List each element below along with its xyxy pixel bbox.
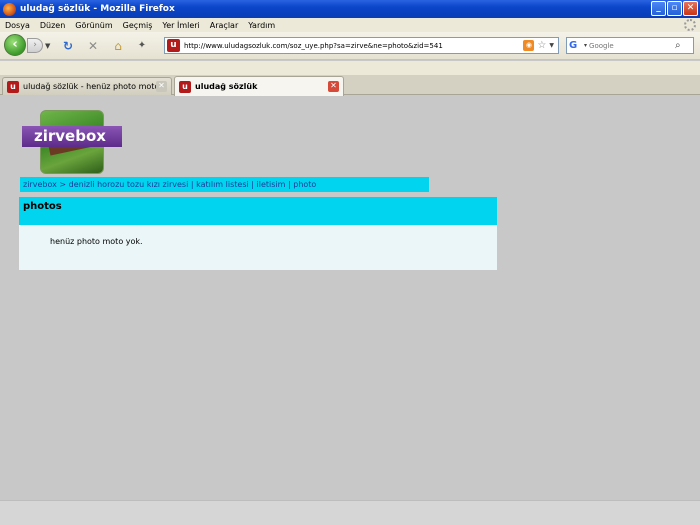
breadcrumb-participants-link[interactable]: katılım listesi <box>196 180 249 189</box>
menu-bookmarks[interactable]: Yer İmleri <box>157 21 204 30</box>
breadcrumb-photo-link[interactable]: photo <box>293 180 316 189</box>
page-content: zirvebox zirvebox > denizli horozu tozu … <box>0 96 700 500</box>
menu-view[interactable]: Görünüm <box>70 21 117 30</box>
breadcrumb-event-link[interactable]: denizli horozu tozu kızı zirvesi <box>69 180 189 189</box>
rss-feed-icon[interactable]: ◉ <box>523 40 535 51</box>
forward-arrow-icon: › <box>33 40 37 50</box>
window-title: uludağ sözlük - Mozilla Firefox <box>20 4 175 14</box>
breadcrumb: zirvebox > denizli horozu tozu kızı zirv… <box>20 177 429 192</box>
forward-button[interactable]: › <box>27 38 43 53</box>
url-dropdown-icon[interactable]: ▼ <box>549 42 554 49</box>
breadcrumb-separator: | <box>251 180 254 189</box>
panel-message: henüz photo moto yok. <box>50 237 143 246</box>
search-magnifier-icon[interactable]: ⌕ <box>675 40 681 51</box>
reload-icon[interactable]: ↻ <box>60 38 76 54</box>
tab-label: uludağ sözlük <box>195 82 258 91</box>
tab-current[interactable]: u uludağ sözlük ✕ <box>174 76 344 96</box>
menu-help[interactable]: Yardım <box>243 21 280 30</box>
search-engine-dropdown-icon[interactable]: ▾ <box>584 42 587 49</box>
menu-file[interactable]: Dosya <box>0 21 35 30</box>
minimize-button[interactable]: _ <box>651 1 666 16</box>
google-engine-icon[interactable]: G <box>569 39 582 52</box>
addon-icon[interactable]: ✦ <box>134 38 150 54</box>
bookmarks-toolbar <box>0 61 700 75</box>
back-arrow-icon: ‹ <box>12 37 18 52</box>
zirvebox-logo[interactable]: zirvebox <box>22 110 122 174</box>
tab-label: uludağ sözlük - henüz photo moto yok ... <box>23 82 156 91</box>
bookmark-star-icon[interactable]: ☆ <box>537 40 546 51</box>
navigation-toolbar: ‹ › ▼ ↻ ✕ ⌂ ✦ u http://www.uludagsozluk.… <box>0 32 700 60</box>
back-button[interactable]: ‹ <box>4 34 26 56</box>
panel-title: photos <box>19 197 497 225</box>
status-bar <box>0 500 700 525</box>
window-titlebar: uludağ sözlük - Mozilla Firefox _ ▫ ✕ <box>0 0 700 18</box>
breadcrumb-arrow: > <box>59 180 67 189</box>
search-bar[interactable]: G ▾ ⌕ <box>566 37 694 54</box>
menu-bar: Dosya Düzen Görünüm Geçmiş Yer İmleri Ar… <box>0 18 700 32</box>
menu-edit[interactable]: Düzen <box>35 21 70 30</box>
breadcrumb-contact-link[interactable]: iletisim <box>257 180 286 189</box>
firefox-icon <box>3 2 16 16</box>
tab-close-icon[interactable]: ✕ <box>328 81 339 92</box>
maximize-button[interactable]: ▫ <box>667 1 682 16</box>
close-button[interactable]: ✕ <box>683 1 698 16</box>
menu-history[interactable]: Geçmiş <box>118 21 158 30</box>
photos-panel: photos henüz photo moto yok. <box>19 197 497 270</box>
stop-icon[interactable]: ✕ <box>85 38 101 54</box>
throbber-icon <box>684 19 696 31</box>
search-input[interactable] <box>589 41 674 50</box>
breadcrumb-separator: | <box>190 180 194 189</box>
tab-favicon-icon: u <box>179 80 191 93</box>
home-icon[interactable]: ⌂ <box>110 38 126 54</box>
url-input[interactable]: http://www.uludagsozluk.com/soz_uye.php?… <box>184 42 523 50</box>
tab-bar: u uludağ sözlük - henüz photo moto yok .… <box>0 75 700 96</box>
window-controls: _ ▫ ✕ <box>651 1 698 16</box>
address-bar[interactable]: u http://www.uludagsozluk.com/soz_uye.ph… <box>164 37 559 54</box>
tab-favicon-icon: u <box>7 80 19 93</box>
site-favicon-icon: u <box>167 39 180 52</box>
history-dropdown-icon[interactable]: ▼ <box>45 42 50 50</box>
logo-banner: zirvebox <box>22 126 122 147</box>
tab-close-icon[interactable]: ✕ <box>156 81 167 92</box>
breadcrumb-separator: | <box>287 180 291 189</box>
menu-tools[interactable]: Araçlar <box>205 21 243 30</box>
breadcrumb-home-link[interactable]: zirvebox <box>23 180 57 189</box>
tab-previous[interactable]: u uludağ sözlük - henüz photo moto yok .… <box>2 77 172 95</box>
